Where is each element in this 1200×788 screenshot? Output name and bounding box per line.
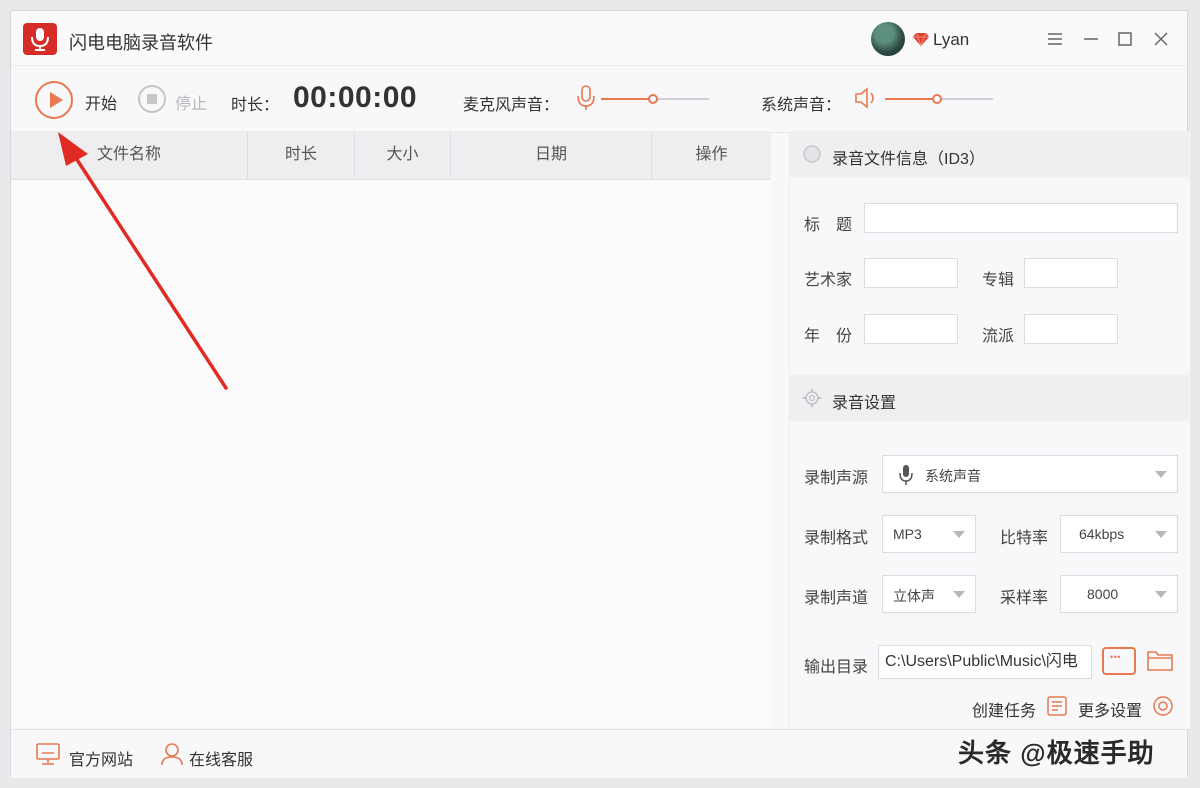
monitor-icon[interactable] xyxy=(35,742,61,766)
system-volume-slider[interactable] xyxy=(885,94,993,104)
samplerate-value: 8000 xyxy=(1087,586,1119,602)
gear-icon xyxy=(803,389,821,407)
duration-label: 时长： xyxy=(231,97,280,114)
app-window: 闪电电脑录音软件 Lyan 开始 停止 时长： 00:00:00 麦克风声音： … xyxy=(10,10,1190,778)
microphone-icon xyxy=(899,465,913,485)
column-duration[interactable]: 时长 xyxy=(248,131,355,179)
settings-panel: 录音文件信息（ID3） 标 题 艺术家 专辑 年 份 流派 录音设置 录制声源 xyxy=(789,131,1190,729)
column-size[interactable]: 大小 xyxy=(355,131,451,179)
speaker-icon[interactable] xyxy=(853,84,879,112)
chevron-down-icon xyxy=(953,531,965,538)
album-label: 专辑 xyxy=(982,272,1015,289)
online-support-link[interactable]: 在线客服 xyxy=(189,746,253,770)
vip-diamond-icon xyxy=(913,32,929,47)
file-list[interactable] xyxy=(11,180,771,728)
album-input[interactable] xyxy=(1024,258,1118,288)
official-website-link[interactable]: 官方网站 xyxy=(69,746,133,770)
channel-label: 录制声道 xyxy=(804,590,869,607)
close-icon[interactable] xyxy=(1151,29,1171,49)
more-settings-label[interactable]: 更多设置 xyxy=(1078,697,1142,721)
channel-value: 立体声 xyxy=(893,588,935,604)
system-volume-handle[interactable] xyxy=(932,94,942,104)
output-dir-input[interactable]: C:\Users\Public\Music\闪电 xyxy=(878,645,1092,679)
genre-input[interactable] xyxy=(1024,314,1118,344)
format-label: 录制格式 xyxy=(804,530,869,547)
username[interactable]: Lyan xyxy=(933,30,969,50)
customer-service-icon[interactable] xyxy=(159,742,185,766)
minimize-icon[interactable] xyxy=(1081,29,1101,49)
genre-label: 流派 xyxy=(982,328,1015,345)
chevron-down-icon xyxy=(1155,591,1167,598)
browse-button[interactable] xyxy=(1102,647,1136,675)
record-settings-title: 录音设置 xyxy=(832,395,897,412)
folder-icon[interactable] xyxy=(1146,647,1174,673)
channel-select[interactable]: 立体声 xyxy=(882,575,976,613)
info-circle-icon xyxy=(803,145,821,163)
stop-record-button[interactable] xyxy=(138,85,166,113)
artist-label: 艺术家 xyxy=(804,272,853,289)
title-bar: 闪电电脑录音软件 Lyan xyxy=(11,11,1187,65)
chevron-down-icon xyxy=(1155,471,1167,478)
microphone-icon[interactable] xyxy=(575,84,597,112)
source-value: 系统声音 xyxy=(925,468,981,484)
menu-icon[interactable] xyxy=(1045,29,1065,49)
task-list-icon[interactable] xyxy=(1046,695,1068,717)
maximize-icon[interactable] xyxy=(1115,29,1135,49)
settings-gear-icon[interactable] xyxy=(1152,695,1174,717)
system-volume-fill xyxy=(885,98,937,100)
start-record-button[interactable] xyxy=(35,81,73,119)
source-label: 录制声源 xyxy=(804,470,869,487)
user-avatar[interactable] xyxy=(871,22,905,56)
chevron-down-icon xyxy=(953,591,965,598)
duration-value: 00:00:00 xyxy=(293,81,418,114)
format-select[interactable]: MP3 xyxy=(882,515,976,553)
column-date[interactable]: 日期 xyxy=(451,131,652,179)
mic-volume-handle[interactable] xyxy=(648,94,658,104)
app-logo-mic-icon xyxy=(23,23,57,55)
id3-section-header: 录音文件信息（ID3） xyxy=(790,131,1189,177)
samplerate-select[interactable]: 8000 xyxy=(1060,575,1178,613)
title-label: 标 题 xyxy=(804,217,853,234)
bitrate-value: 64kbps xyxy=(1079,526,1125,542)
create-task-label[interactable]: 创建任务 xyxy=(972,697,1036,721)
bitrate-label: 比特率 xyxy=(1000,530,1049,547)
column-filename[interactable]: 文件名称 xyxy=(11,131,248,179)
file-table-header: 文件名称 时长 大小 日期 操作 xyxy=(11,131,771,180)
toolbar: 开始 停止 时长： 00:00:00 麦克风声音： 系统声音： xyxy=(11,65,1187,133)
start-label[interactable]: 开始 xyxy=(85,90,117,114)
title-input[interactable] xyxy=(864,203,1178,233)
output-dir-label: 输出目录 xyxy=(804,659,869,676)
samplerate-label: 采样率 xyxy=(1000,590,1049,607)
watermark: 头条 @极速手助 xyxy=(958,738,1155,768)
mic-volume-fill xyxy=(601,98,653,100)
year-input[interactable] xyxy=(864,314,958,344)
year-label: 年 份 xyxy=(804,328,853,345)
app-title: 闪电电脑录音软件 xyxy=(69,33,213,53)
source-select[interactable]: 系统声音 xyxy=(882,455,1178,493)
bitrate-select[interactable]: 64kbps xyxy=(1060,515,1178,553)
artist-input[interactable] xyxy=(864,258,958,288)
id3-section-title: 录音文件信息（ID3） xyxy=(832,151,985,168)
column-actions[interactable]: 操作 xyxy=(652,131,771,179)
mic-volume-label: 麦克风声音： xyxy=(463,97,560,114)
system-volume-label: 系统声音： xyxy=(761,97,842,114)
format-value: MP3 xyxy=(893,526,922,542)
mic-volume-slider[interactable] xyxy=(601,94,709,104)
stop-label[interactable]: 停止 xyxy=(175,90,207,114)
record-settings-header: 录音设置 xyxy=(790,375,1189,421)
chevron-down-icon xyxy=(1155,531,1167,538)
